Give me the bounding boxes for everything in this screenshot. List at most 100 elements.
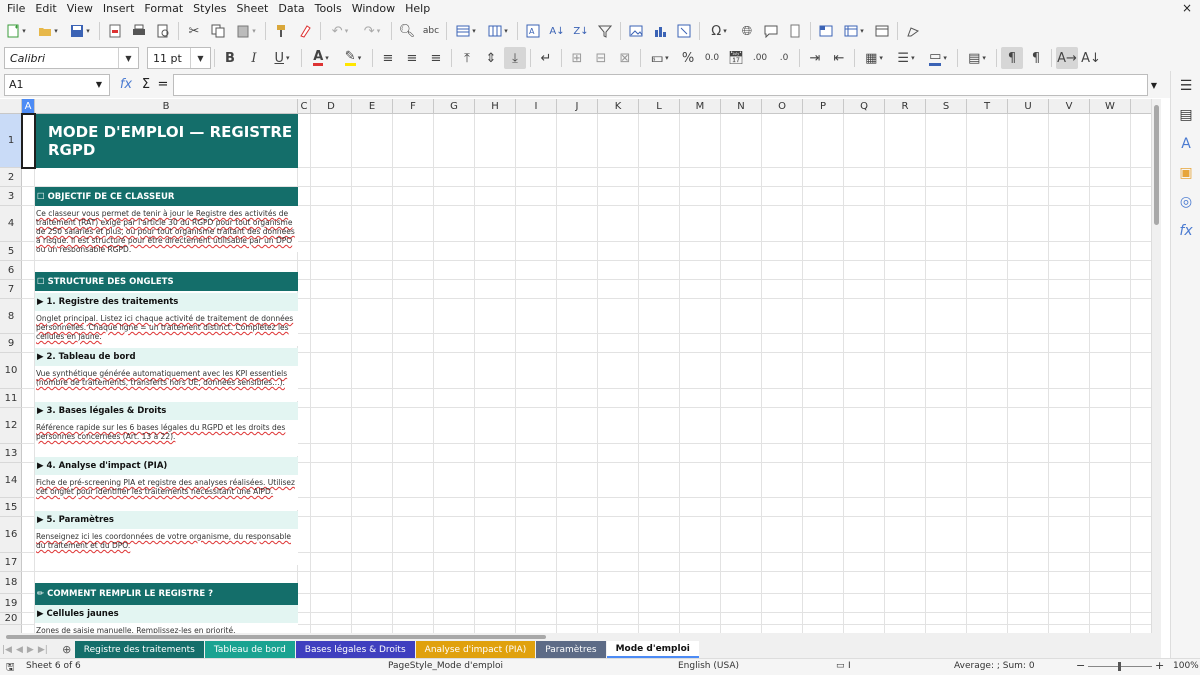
next-sheet-icon[interactable]: ▶ [25, 645, 36, 655]
column-header-h[interactable]: H [475, 99, 516, 114]
row-icon[interactable]: ▾ [451, 20, 481, 42]
column-header-a[interactable]: A [22, 99, 35, 114]
align-middle-icon[interactable]: ⇕ [480, 47, 502, 69]
undo-icon[interactable]: ↶ ▾ [325, 20, 355, 42]
subsection-header[interactable]: ▶ 3. Bases légales & Droits [35, 402, 298, 420]
row-header-4[interactable]: 4 [0, 206, 22, 242]
clear-formatting-icon[interactable] [294, 20, 316, 42]
text-direction-horizontal-icon[interactable]: A→ [1056, 47, 1078, 69]
clone-formatting-icon[interactable] [270, 20, 292, 42]
align-right-icon[interactable]: ≡ [425, 47, 447, 69]
merge-center-icon[interactable]: ⊞ [566, 47, 588, 69]
column-header-s[interactable]: S [926, 99, 967, 114]
column-header-d[interactable]: D [311, 99, 352, 114]
column-header-q[interactable]: Q [844, 99, 885, 114]
text-cell[interactable]: Zones de saisie manuelle. Remplissez-les… [35, 623, 298, 633]
row-header-3[interactable]: 3 [0, 187, 22, 206]
insert-image-icon[interactable] [625, 20, 647, 42]
styles-icon[interactable]: A [1175, 133, 1197, 155]
wrap-text-icon[interactable]: ↵ [535, 47, 557, 69]
sort-icon[interactable]: A [522, 20, 544, 42]
column-header-v[interactable]: V [1049, 99, 1090, 114]
highlight-color-icon[interactable]: ✎ ▾ [338, 47, 368, 69]
define-print-area-icon[interactable] [815, 20, 837, 42]
date-format-icon[interactable]: 📅︎ [725, 47, 747, 69]
delete-decimal-icon[interactable]: .0 [773, 47, 795, 69]
row-header-5[interactable]: 5 [0, 242, 22, 261]
text-cell[interactable]: Référence rapide sur les 6 bases légales… [35, 420, 298, 456]
header-footer-icon[interactable] [784, 20, 806, 42]
scroll-thumb[interactable] [1154, 105, 1159, 225]
close-document-icon[interactable]: × [1182, 0, 1192, 17]
add-decimal-icon[interactable]: .00 [749, 47, 771, 69]
row-header-10[interactable]: 10 [0, 353, 22, 389]
insert-mode-icon[interactable]: I [848, 661, 851, 671]
text-cell[interactable]: Renseignez ici les coordonnées de votre … [35, 529, 298, 565]
currency-format-icon[interactable]: 💵︎ ▾ [645, 47, 675, 69]
new-document-icon[interactable]: ▾ [1, 20, 31, 42]
zoom-slider-knob[interactable] [1118, 662, 1121, 671]
zoom-in-icon[interactable]: + [1155, 659, 1164, 672]
border-color-icon[interactable]: ▭ ▾ [923, 47, 953, 69]
sheet-tab[interactable]: Registre des traitements [74, 641, 204, 658]
column-icon[interactable]: ▾ [483, 20, 513, 42]
column-header-n[interactable]: N [721, 99, 762, 114]
align-top-icon[interactable]: ⤒ [456, 47, 478, 69]
column-header-i[interactable]: I [516, 99, 557, 114]
column-header-b[interactable]: B [35, 99, 298, 114]
font-name-combo[interactable]: Calibri ▼ [4, 47, 139, 69]
spelling-icon[interactable]: abc [420, 20, 442, 42]
last-sheet-icon[interactable]: ▶| [36, 645, 50, 655]
subsection-header[interactable]: ▶ 4. Analyse d'impact (PIA) [35, 457, 298, 475]
freeze-rows-columns-icon[interactable]: ▾ [839, 20, 869, 42]
navigator-icon[interactable]: ◎ [1175, 191, 1197, 213]
borders-icon[interactable]: ▦ ▾ [859, 47, 889, 69]
column-header-o[interactable]: O [762, 99, 803, 114]
menu-item-edit[interactable]: Edit [30, 0, 61, 17]
zoom-out-icon[interactable]: − [1076, 659, 1085, 672]
column-header-u[interactable]: U [1008, 99, 1049, 114]
column-header-l[interactable]: L [639, 99, 680, 114]
open-folder-icon[interactable]: ▾ [33, 20, 63, 42]
chevron-down-icon[interactable]: ▼ [89, 75, 109, 95]
row-header-12[interactable]: 12 [0, 408, 22, 444]
row-header-11[interactable]: 11 [0, 389, 22, 408]
show-draw-functions-icon[interactable] [902, 20, 924, 42]
align-left-icon[interactable]: ≡ [377, 47, 399, 69]
paste-icon[interactable]: ▾ [231, 20, 261, 42]
function-wizard-icon[interactable]: fx [116, 77, 136, 92]
row-header-20[interactable]: 20 [0, 613, 22, 625]
sheet-tab[interactable]: Bases légales & Droits [295, 641, 415, 658]
row-header-6[interactable]: 6 [0, 261, 22, 280]
conditional-format-icon[interactable]: ▤ ▾ [962, 47, 992, 69]
subsection-header[interactable]: ▶ 1. Registre des traitements [35, 293, 298, 311]
section-header[interactable]: ✏ COMMENT REMPLIR LE REGISTRE ? [35, 583, 298, 605]
pivot-table-icon[interactable] [673, 20, 695, 42]
autofilter-icon[interactable] [594, 20, 616, 42]
border-style-icon[interactable]: ☰ ▾ [891, 47, 921, 69]
column-header-c[interactable]: C [298, 99, 311, 114]
row-header-16[interactable]: 16 [0, 517, 22, 553]
merge-cells-icon[interactable]: ⊟ [590, 47, 612, 69]
column-header-m[interactable]: M [680, 99, 721, 114]
menu-item-file[interactable]: File [2, 0, 30, 17]
menu-item-window[interactable]: Window [347, 0, 400, 17]
select-all-corner[interactable] [0, 99, 22, 114]
menu-item-sheet[interactable]: Sheet [232, 0, 274, 17]
percent-format-button[interactable]: % [677, 47, 699, 69]
menu-item-styles[interactable]: Styles [188, 0, 231, 17]
row-header-7[interactable]: 7 [0, 280, 22, 299]
comment-icon[interactable] [760, 20, 782, 42]
language[interactable]: English (USA) [678, 661, 739, 671]
add-sheet-icon[interactable]: ⊕ [60, 643, 74, 656]
section-header[interactable]: ☐ STRUCTURE DES ONGLETS [35, 272, 298, 291]
cell-area[interactable]: MODE D'EMPLOI — REGISTRE RGPD ☐ OBJECTIF… [21, 113, 1151, 633]
column-header-p[interactable]: P [803, 99, 844, 114]
font-size-combo[interactable]: 11 pt ▼ [147, 47, 211, 69]
align-center-icon[interactable]: ≡ [401, 47, 423, 69]
selection-mode-icon[interactable]: ▭ [836, 661, 845, 671]
row-header-8[interactable]: 8 [0, 299, 22, 334]
menu-item-data[interactable]: Data [273, 0, 309, 17]
row-header-15[interactable]: 15 [0, 498, 22, 517]
text-cell[interactable]: Fiche de pré-screening PIA et registre d… [35, 475, 298, 510]
